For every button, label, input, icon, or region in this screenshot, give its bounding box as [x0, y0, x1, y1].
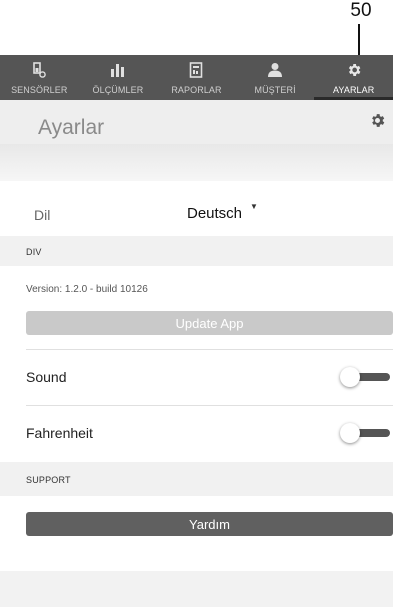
section-label-support: SUPPORT [26, 475, 71, 485]
help-button[interactable]: Yardım [26, 512, 393, 536]
bar-chart-icon [109, 61, 127, 79]
fahrenheit-label: Fahrenheit [26, 425, 93, 441]
nav-tab-reports[interactable]: RAPORLAR [157, 55, 236, 100]
header-spacer [0, 144, 393, 181]
toggle-knob [340, 367, 360, 387]
page-title: Ayarlar [38, 116, 105, 139]
toggle-knob [340, 423, 360, 443]
callout-number: 50 [350, 0, 372, 21]
gear-icon[interactable] [369, 112, 386, 134]
nav-tab-label: ÖLÇÜMLER [92, 85, 144, 95]
sound-label: Sound [26, 369, 67, 385]
nav-tab-sensors[interactable]: SENSÖRLER [0, 55, 79, 100]
version-text: Version: 1.2.0 - build 10126 [26, 284, 148, 295]
nav-tab-label: MÜŞTERİ [254, 85, 296, 95]
page-header: Ayarlar [0, 100, 393, 144]
person-icon [266, 61, 284, 79]
nav-tab-label: AYARLAR [332, 85, 375, 95]
sensor-icon [30, 61, 48, 79]
section-label-div: DIV [26, 247, 42, 257]
divider [26, 405, 393, 406]
fahrenheit-toggle[interactable] [340, 423, 390, 443]
bottom-band [0, 571, 393, 607]
update-app-button[interactable]: Update App [26, 311, 393, 335]
nav-tab-label: RAPORLAR [171, 85, 222, 95]
gear-icon [345, 61, 363, 79]
nav-tab-measurements[interactable]: ÖLÇÜMLER [79, 55, 158, 100]
language-value: Deutsch [187, 205, 243, 222]
report-icon [187, 61, 205, 79]
caret-down-icon: ▼ [250, 202, 258, 211]
nav-tab-customer[interactable]: MÜŞTERİ [236, 55, 315, 100]
sound-toggle[interactable] [340, 367, 390, 387]
nav-tab-label: SENSÖRLER [11, 85, 68, 95]
section-header-div [0, 236, 393, 266]
language-select[interactable]: Deutsch ▼ [187, 202, 258, 222]
language-label: Dil [34, 207, 51, 223]
nav-tab-settings[interactable]: AYARLAR [314, 55, 393, 100]
top-nav-bar: SENSÖRLER ÖLÇÜMLER RAPORLAR MÜŞTERİ AYAR… [0, 55, 393, 100]
divider [26, 349, 393, 350]
